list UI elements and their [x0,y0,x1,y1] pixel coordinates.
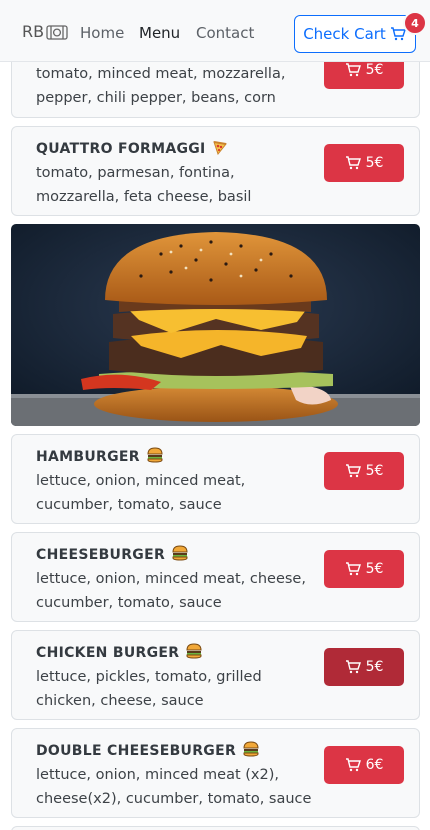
top-navbar: RB Home Menu Contact Check Cart 4 [0,0,430,62]
item-description: lettuce, onion, minced meat, cheese, cuc… [36,571,306,611]
check-cart-button[interactable]: Check Cart [294,15,416,53]
menu-item-card: QUATTRO FORMAGGI tomato, parmesan, fonti… [11,126,420,216]
price-label: 5€ [365,155,384,171]
item-name: QUATTRO FORMAGGI [36,141,206,157]
cart-icon [345,63,361,77]
plate-cutlery-icon [46,24,68,40]
item-title: HAMBURGER [36,447,164,467]
item-name: CHEESEBURGER [36,547,166,563]
item-name: CHICKEN BURGER [36,645,180,661]
item-title: QUATTRO FORMAGGI [36,139,228,159]
price-label: 5€ [365,659,384,675]
brand-logo[interactable]: RB [22,22,68,41]
add-to-cart-button[interactable]: 6€ [324,746,404,784]
menu-page: tomato, minced meat, mozzarella, pepper,… [0,0,430,830]
item-title: DOUBLE CHEESEBURGER [36,741,260,761]
item-description: tomato, parmesan, fontina, mozzarella, f… [36,165,252,205]
item-description: lettuce, onion, minced meat (x2), cheese… [36,767,312,807]
price-label: 5€ [365,463,384,479]
item-name: DOUBLE CHEESEBURGER [36,743,237,759]
cart-icon [345,758,361,772]
burger-photo [11,224,420,426]
menu-item-card: DOUBLE CHEESEBURGER lettuce, onion, minc… [11,728,420,818]
hamburger-icon [185,643,203,663]
hamburger-icon [242,741,260,761]
add-to-cart-button[interactable]: 5€ [324,452,404,490]
menu-item-card [11,826,420,830]
hamburger-icon [171,545,189,565]
add-to-cart-button[interactable]: 5€ [324,648,404,686]
cart-icon [345,562,361,576]
cart-icon [345,156,361,170]
check-cart-label: Check Cart [303,25,386,43]
add-to-cart-button[interactable]: 5€ [324,144,404,182]
menu-item-card: CHEESEBURGER lettuce, onion, minced meat… [11,532,420,622]
brand-text: RB [22,22,45,41]
cart-icon [345,660,361,674]
nav-link-menu[interactable]: Menu [139,24,180,42]
menu-item-card: HAMBURGER lettuce, onion, minced meat, c… [11,434,420,524]
item-description: tomato, minced meat, mozzarella, pepper,… [36,66,286,106]
add-to-cart-button[interactable]: 5€ [324,550,404,588]
cart-icon [345,464,361,478]
price-label: 6€ [365,757,384,773]
item-title: CHICKEN BURGER [36,643,203,663]
price-label: 5€ [365,62,384,78]
item-description: lettuce, pickles, tomato, grilled chicke… [36,669,262,709]
pizza-icon [212,139,228,159]
item-description: lettuce, onion, minced meat, cucumber, t… [36,473,246,513]
item-name: HAMBURGER [36,449,140,465]
item-title: CHEESEBURGER [36,545,189,565]
menu-item-card: CHICKEN BURGER lettuce, pickles, tomato,… [11,630,420,720]
nav-link-home[interactable]: Home [80,24,124,42]
price-label: 5€ [365,561,384,577]
nav-link-contact[interactable]: Contact [196,24,254,42]
hamburger-icon [146,447,164,467]
cart-count-badge: 4 [403,11,427,35]
